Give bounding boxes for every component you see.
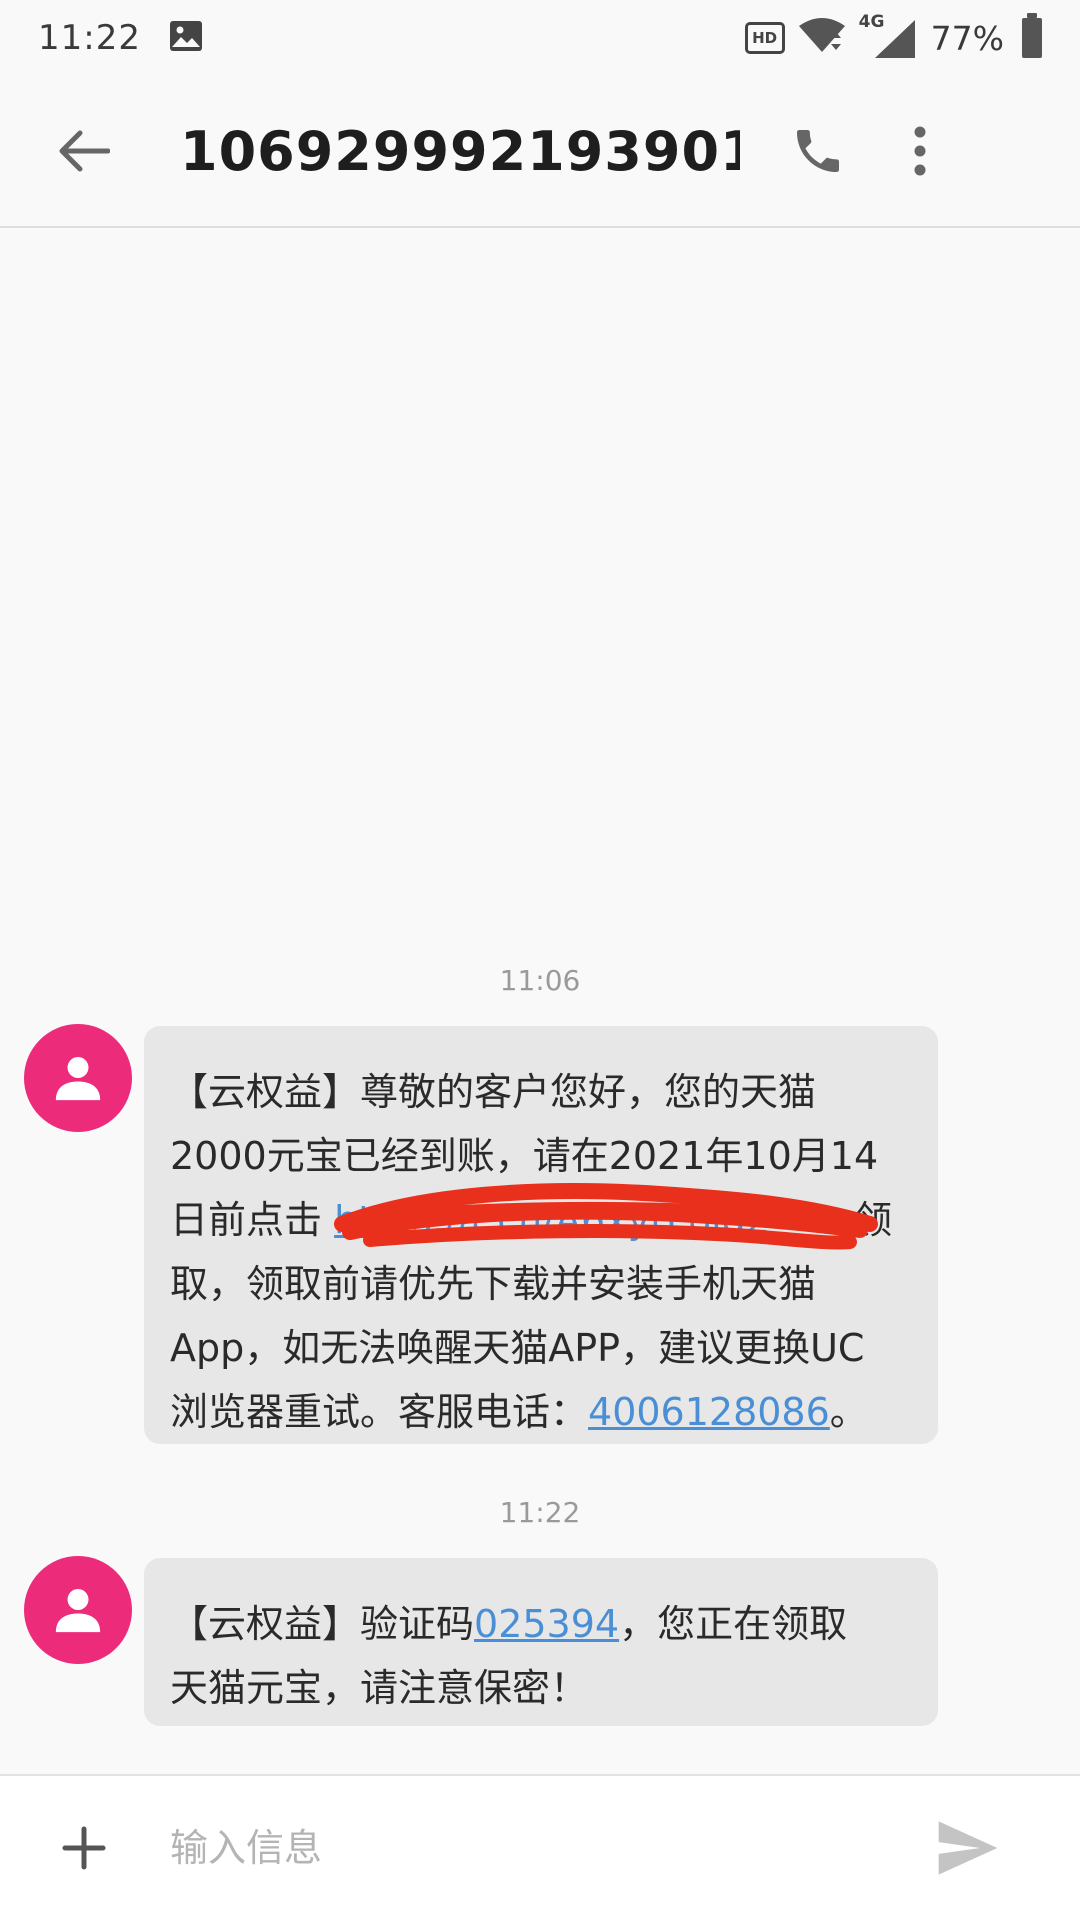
- message-line: 2000元宝已经到账，请在2021年10月14: [170, 1134, 879, 1178]
- back-button[interactable]: [44, 111, 124, 191]
- message-line: 浏览器重试。客服电话：4006128086。: [170, 1380, 914, 1444]
- send-icon: [938, 1821, 998, 1875]
- message-timestamp: 11:06: [499, 964, 581, 997]
- more-options-button[interactable]: [890, 111, 950, 191]
- status-time: 11:22: [38, 18, 141, 58]
- message-line: 取，领取前请优先下载并安装手机天猫: [170, 1262, 817, 1306]
- message-text: 【云权益】验证码: [170, 1602, 475, 1646]
- compose-bar: [0, 1774, 1080, 1920]
- phone-number-link[interactable]: 4006128086: [588, 1390, 830, 1434]
- message-line: 日前点击 https://t.cn/A6xyrLblq2 领: [170, 1183, 914, 1252]
- message-text: 日前点击: [170, 1198, 335, 1242]
- message-input[interactable]: [168, 1808, 888, 1888]
- message-line: 【云权益】尊敬的客户您好，您的天猫: [170, 1070, 817, 1114]
- send-button[interactable]: [928, 1808, 1008, 1888]
- conversation-toolbar: 106929992193901…: [0, 76, 1080, 228]
- message-text: ，您正在领取: [619, 1602, 848, 1646]
- message-text: 领: [842, 1198, 893, 1242]
- person-icon: [55, 1589, 101, 1633]
- cellular-signal-icon: 4G: [859, 12, 917, 60]
- plus-icon: [62, 1826, 106, 1870]
- message-line: App，如无法唤醒天猫APP，建议更换UC: [170, 1326, 865, 1370]
- battery-icon: [1022, 13, 1042, 58]
- hd-icon: HD: [744, 22, 785, 54]
- sender-avatar[interactable]: [24, 1556, 132, 1664]
- message-bubble[interactable]: 【云权益】验证码025394，您正在领取 天猫元宝，请注意保密！: [144, 1558, 938, 1726]
- arrow-back-icon: [59, 130, 110, 172]
- attach-button[interactable]: [44, 1808, 124, 1888]
- message-text: 。: [829, 1390, 868, 1434]
- message-text: 浏览器重试。客服电话：: [170, 1390, 589, 1434]
- conversation-title: 106929992193901…: [180, 119, 740, 183]
- message-link[interactable]: https://t.cn/A6xyrLblq2: [334, 1188, 842, 1252]
- call-button[interactable]: [778, 111, 858, 191]
- image-notification-icon: [169, 20, 203, 56]
- status-bar: 11:22 HD 4G 77%: [0, 0, 1080, 76]
- message-line: 【云权益】验证码025394，您正在领取: [170, 1592, 914, 1656]
- messaging-screen: 11:22 HD 4G 77% 106929992193901 11:06 【云…: [0, 0, 1080, 1920]
- more-vertical-icon: [914, 126, 926, 176]
- message-timestamp: 11:22: [499, 1496, 581, 1529]
- wifi-icon: [797, 16, 847, 60]
- message-bubble[interactable]: 【云权益】尊敬的客户您好，您的天猫 2000元宝已经到账，请在2021年10月1…: [144, 1026, 938, 1444]
- verification-code-link[interactable]: 025394: [474, 1602, 619, 1646]
- sender-avatar[interactable]: [24, 1024, 132, 1132]
- message-line: 天猫元宝，请注意保密！: [170, 1666, 589, 1710]
- person-icon: [55, 1057, 101, 1101]
- message-list[interactable]: 11:06 【云权益】尊敬的客户您好，您的天猫 2000元宝已经到账，请在202…: [0, 230, 1080, 1770]
- battery-percent: 77%: [930, 18, 1004, 58]
- phone-icon: [797, 130, 839, 172]
